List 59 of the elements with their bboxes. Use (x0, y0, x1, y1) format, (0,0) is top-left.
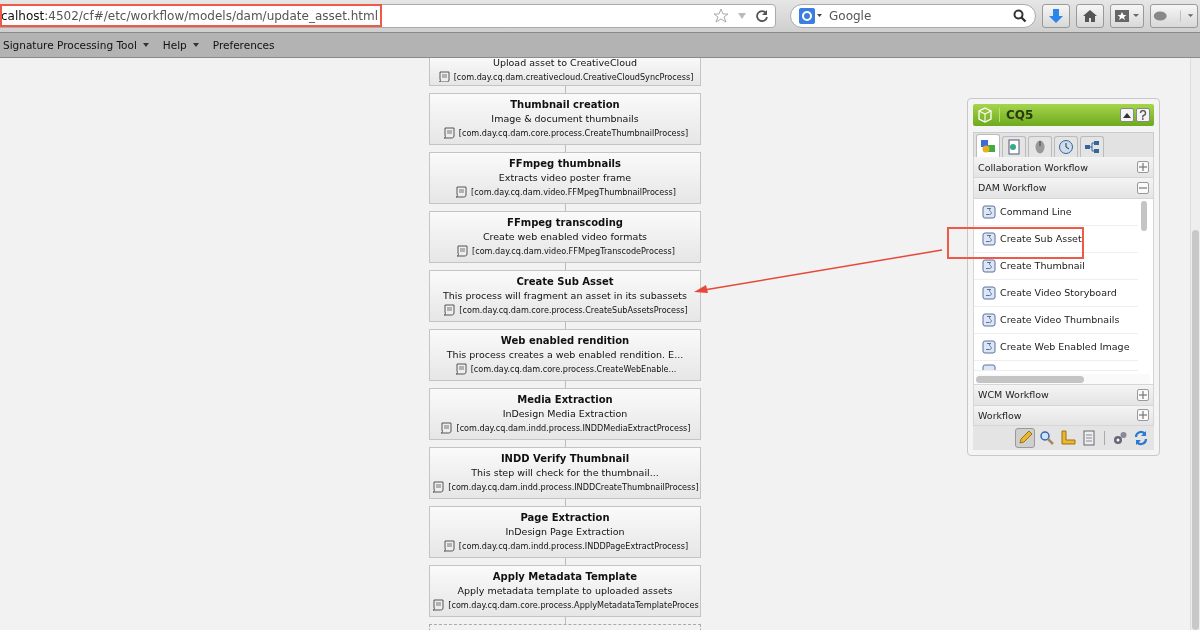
process-class: [com.day.cq.dam.indd.process.INDDMediaExtractProcess] (456, 423, 691, 433)
workflow-step[interactable]: FFmpeg transcoding Create web enabled video formats [com.day.cq.dam.video.FFMpegTranscodeProcess] (429, 211, 701, 263)
section-label: DAM Workflow (978, 182, 1047, 194)
accordion-header[interactable]: Workflow (973, 405, 1154, 427)
menu-item[interactable]: Help (162, 39, 199, 51)
accordion-header[interactable]: DAM Workflow (973, 178, 1154, 199)
step-description: Image & document thumbnails (491, 113, 639, 124)
component-item[interactable]: Create Thumbnail (974, 252, 1138, 280)
accordion-header[interactable]: WCM Workflow (973, 384, 1154, 406)
section-label: Collaboration Workflow (978, 161, 1088, 173)
step-title: FFmpeg transcoding (507, 217, 623, 228)
step-description: Apply metadata template to uploaded assets (457, 585, 673, 596)
search-field[interactable]: Google (790, 4, 1036, 28)
process-class: [com.day.cq.dam.indd.process.INDDCreateThumbnailProcess] (448, 482, 699, 492)
step-description: This process creates a web enabled rendition. E... (446, 349, 684, 360)
step-description: This process will fragment an asset in its subassets (442, 290, 688, 301)
address-field[interactable]: calhost:4502/cf#/etc/workflow/models/dam/update_asset.html (0, 4, 776, 28)
process-class: [com.day.cq.dam.video.FFMpegTranscodeProcess] (472, 246, 675, 256)
step-title: Web enabled rendition (500, 335, 630, 346)
accordion-header[interactable]: Collaboration Workflow (973, 157, 1154, 178)
workflow-step[interactable]: Thumbnail creation Image & document thumbnails [com.day.cq.dam.core.process.CreateThumbnailProcess] (429, 93, 701, 145)
menu-item[interactable]: Signature Processing Tool (3, 39, 149, 51)
workflow-step[interactable]: Web enabled rendition This process creates a web enabled rendition. E... [com.day.cq.dam.core.process.CreateWebEnable... (429, 329, 701, 381)
step-title: Create Sub Asset (516, 276, 614, 287)
workflow-step[interactable]: Page Extraction InDesign Page Extraction [com.day.cq.dam.indd.process.INDDPageExtractProcess] (429, 506, 701, 558)
step-description: Upload asset to CreativeCloud (492, 58, 638, 68)
step-title: FFmpeg thumbnails (509, 158, 621, 169)
workflow-step[interactable]: Media Extraction InDesign Media Extraction [com.day.cq.dam.indd.process.INDDMediaExtractProcess] (429, 388, 701, 440)
step-title: Thumbnail creation (510, 99, 620, 110)
component-item[interactable]: Create Web Enabled Image (974, 333, 1138, 361)
workflow-step[interactable]: Apply Metadata Template Apply metadata template to uploaded assets [com.day.cq.dam.core.process.ApplyMetadataTemplateProces (429, 565, 701, 617)
section-label: WCM Workflow (978, 389, 1049, 401)
step-title: Media Extraction (517, 394, 613, 405)
process-class: [com.day.cq.dam.core.process.ApplyMetadataTemplateProces (448, 600, 699, 610)
process-class: [com.day.cq.dam.indd.process.INDDPageExtractProcess] (458, 541, 689, 551)
process-class: [com.day.cq.dam.core.process.CreateWebEnable... (470, 364, 677, 374)
process-class: [com.day.cq.dam.core.process.CreateSubAssetsProcess] (459, 305, 688, 315)
step-description: InDesign Media Extraction (502, 408, 628, 419)
workflow-step[interactable]: INDD Verify Thumbnail This step will check for the thumbnail... [com.day.cq.dam.indd.process.INDDCreateThumbnailProcess] (429, 447, 701, 499)
step-description: InDesign Page Extraction (505, 526, 625, 537)
component-item[interactable]: Create Video Thumbnails (974, 306, 1138, 334)
step-title: Page Extraction (520, 512, 610, 523)
workflow-step[interactable]: Upload asset to CreativeCloud [com.day.cq.dam.creativecloud.CreativeCloudSyncProcess] (429, 58, 701, 86)
workflow-step[interactable]: Create Sub Asset This process will fragment an asset in its subassets [com.day.cq.dam.core.process.CreateSubAssetsProcess] (429, 270, 701, 322)
workflow-step[interactable]: FFmpeg thumbnails Extracts video poster frame [com.day.cq.dam.video.FFMpegThumbnailProcess] (429, 152, 701, 204)
process-class: [com.day.cq.dam.video.FFMpegThumbnailProcess] (471, 187, 676, 197)
step-description: Create web enabled video formats (482, 231, 648, 242)
process-class: [com.day.cq.dam.creativecloud.CreativeCloudSyncProcess] (453, 71, 694, 82)
step-title: Apply Metadata Template (492, 571, 638, 582)
component-item[interactable]: Create Sub Asset (974, 225, 1138, 253)
step-title: INDD Verify Thumbnail (500, 453, 630, 464)
process-class: [com.day.cq.dam.core.process.CreateThumbnailProcess] (458, 128, 689, 138)
section-label: Workflow (978, 410, 1022, 421)
component-item[interactable]: Command Line (974, 198, 1138, 226)
component-item[interactable]: Create Video Storyboard (974, 279, 1138, 307)
menu-item[interactable]: Preferences (212, 39, 275, 51)
panel-title: CQ5 (999, 107, 1034, 122)
step-description: Extracts video poster frame (498, 172, 632, 183)
step-description: This step will check for the thumbnail... (471, 467, 659, 478)
